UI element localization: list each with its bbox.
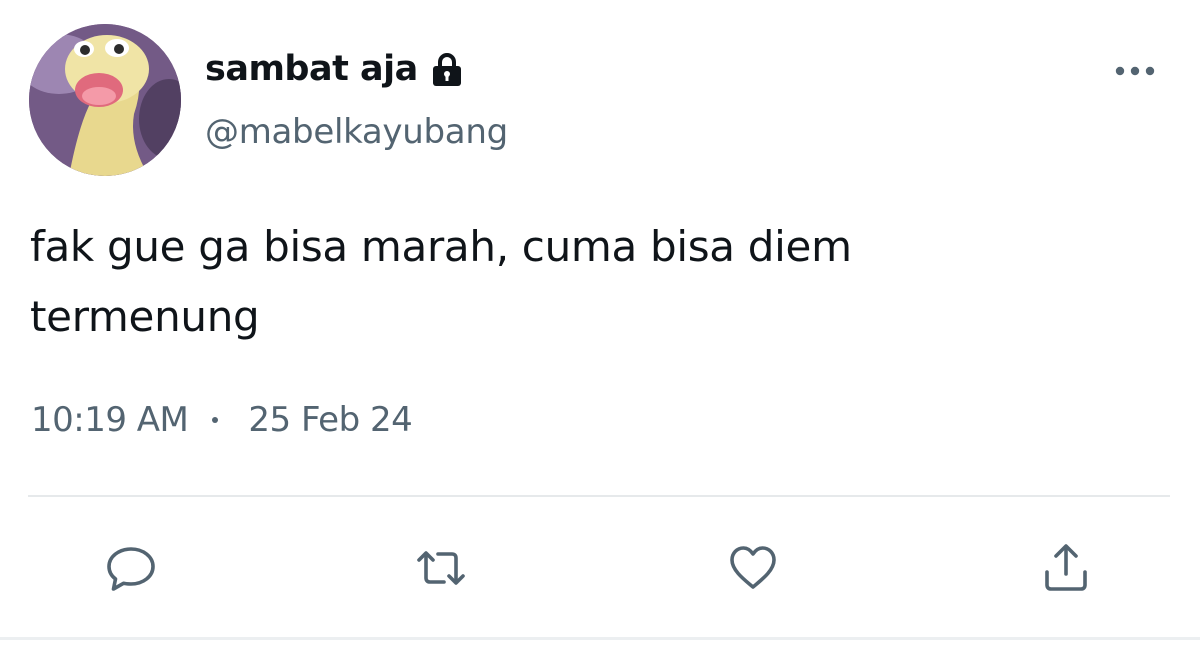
tweet-text: fak gue ga bisa marah, cuma bisa diem te… xyxy=(30,212,1150,352)
tweet-text-line-1: fak gue ga bisa marah, cuma bisa diem xyxy=(30,222,852,271)
retweet-icon xyxy=(417,551,465,585)
like-button[interactable] xyxy=(725,540,781,596)
reply-button[interactable] xyxy=(103,540,159,596)
user-name-row: sambat aja xyxy=(205,44,466,94)
more-options-icon[interactable] xyxy=(1112,60,1158,82)
tweet-text-line-2: termenung xyxy=(30,292,260,341)
avatar[interactable] xyxy=(29,24,181,176)
tweet-timestamp[interactable]: 10:19 AM 25 Feb 24 xyxy=(31,400,413,440)
share-icon xyxy=(1045,544,1087,591)
avatar-image xyxy=(29,24,181,176)
lock-icon xyxy=(428,50,466,88)
like-icon xyxy=(730,546,776,589)
tweet-time: 10:19 AM xyxy=(31,400,189,440)
separator-dot xyxy=(212,417,219,423)
tweet-card: sambat aja @mabelkayubang fak gue ga bis… xyxy=(0,0,1200,656)
retweet-button[interactable] xyxy=(413,540,469,596)
divider xyxy=(28,495,1170,497)
share-button[interactable] xyxy=(1038,540,1094,596)
bottom-divider xyxy=(0,637,1200,640)
tweet-date: 25 Feb 24 xyxy=(248,400,413,440)
display-name[interactable]: sambat aja xyxy=(205,49,418,89)
user-handle[interactable]: @mabelkayubang xyxy=(205,112,508,152)
reply-icon xyxy=(107,547,155,591)
